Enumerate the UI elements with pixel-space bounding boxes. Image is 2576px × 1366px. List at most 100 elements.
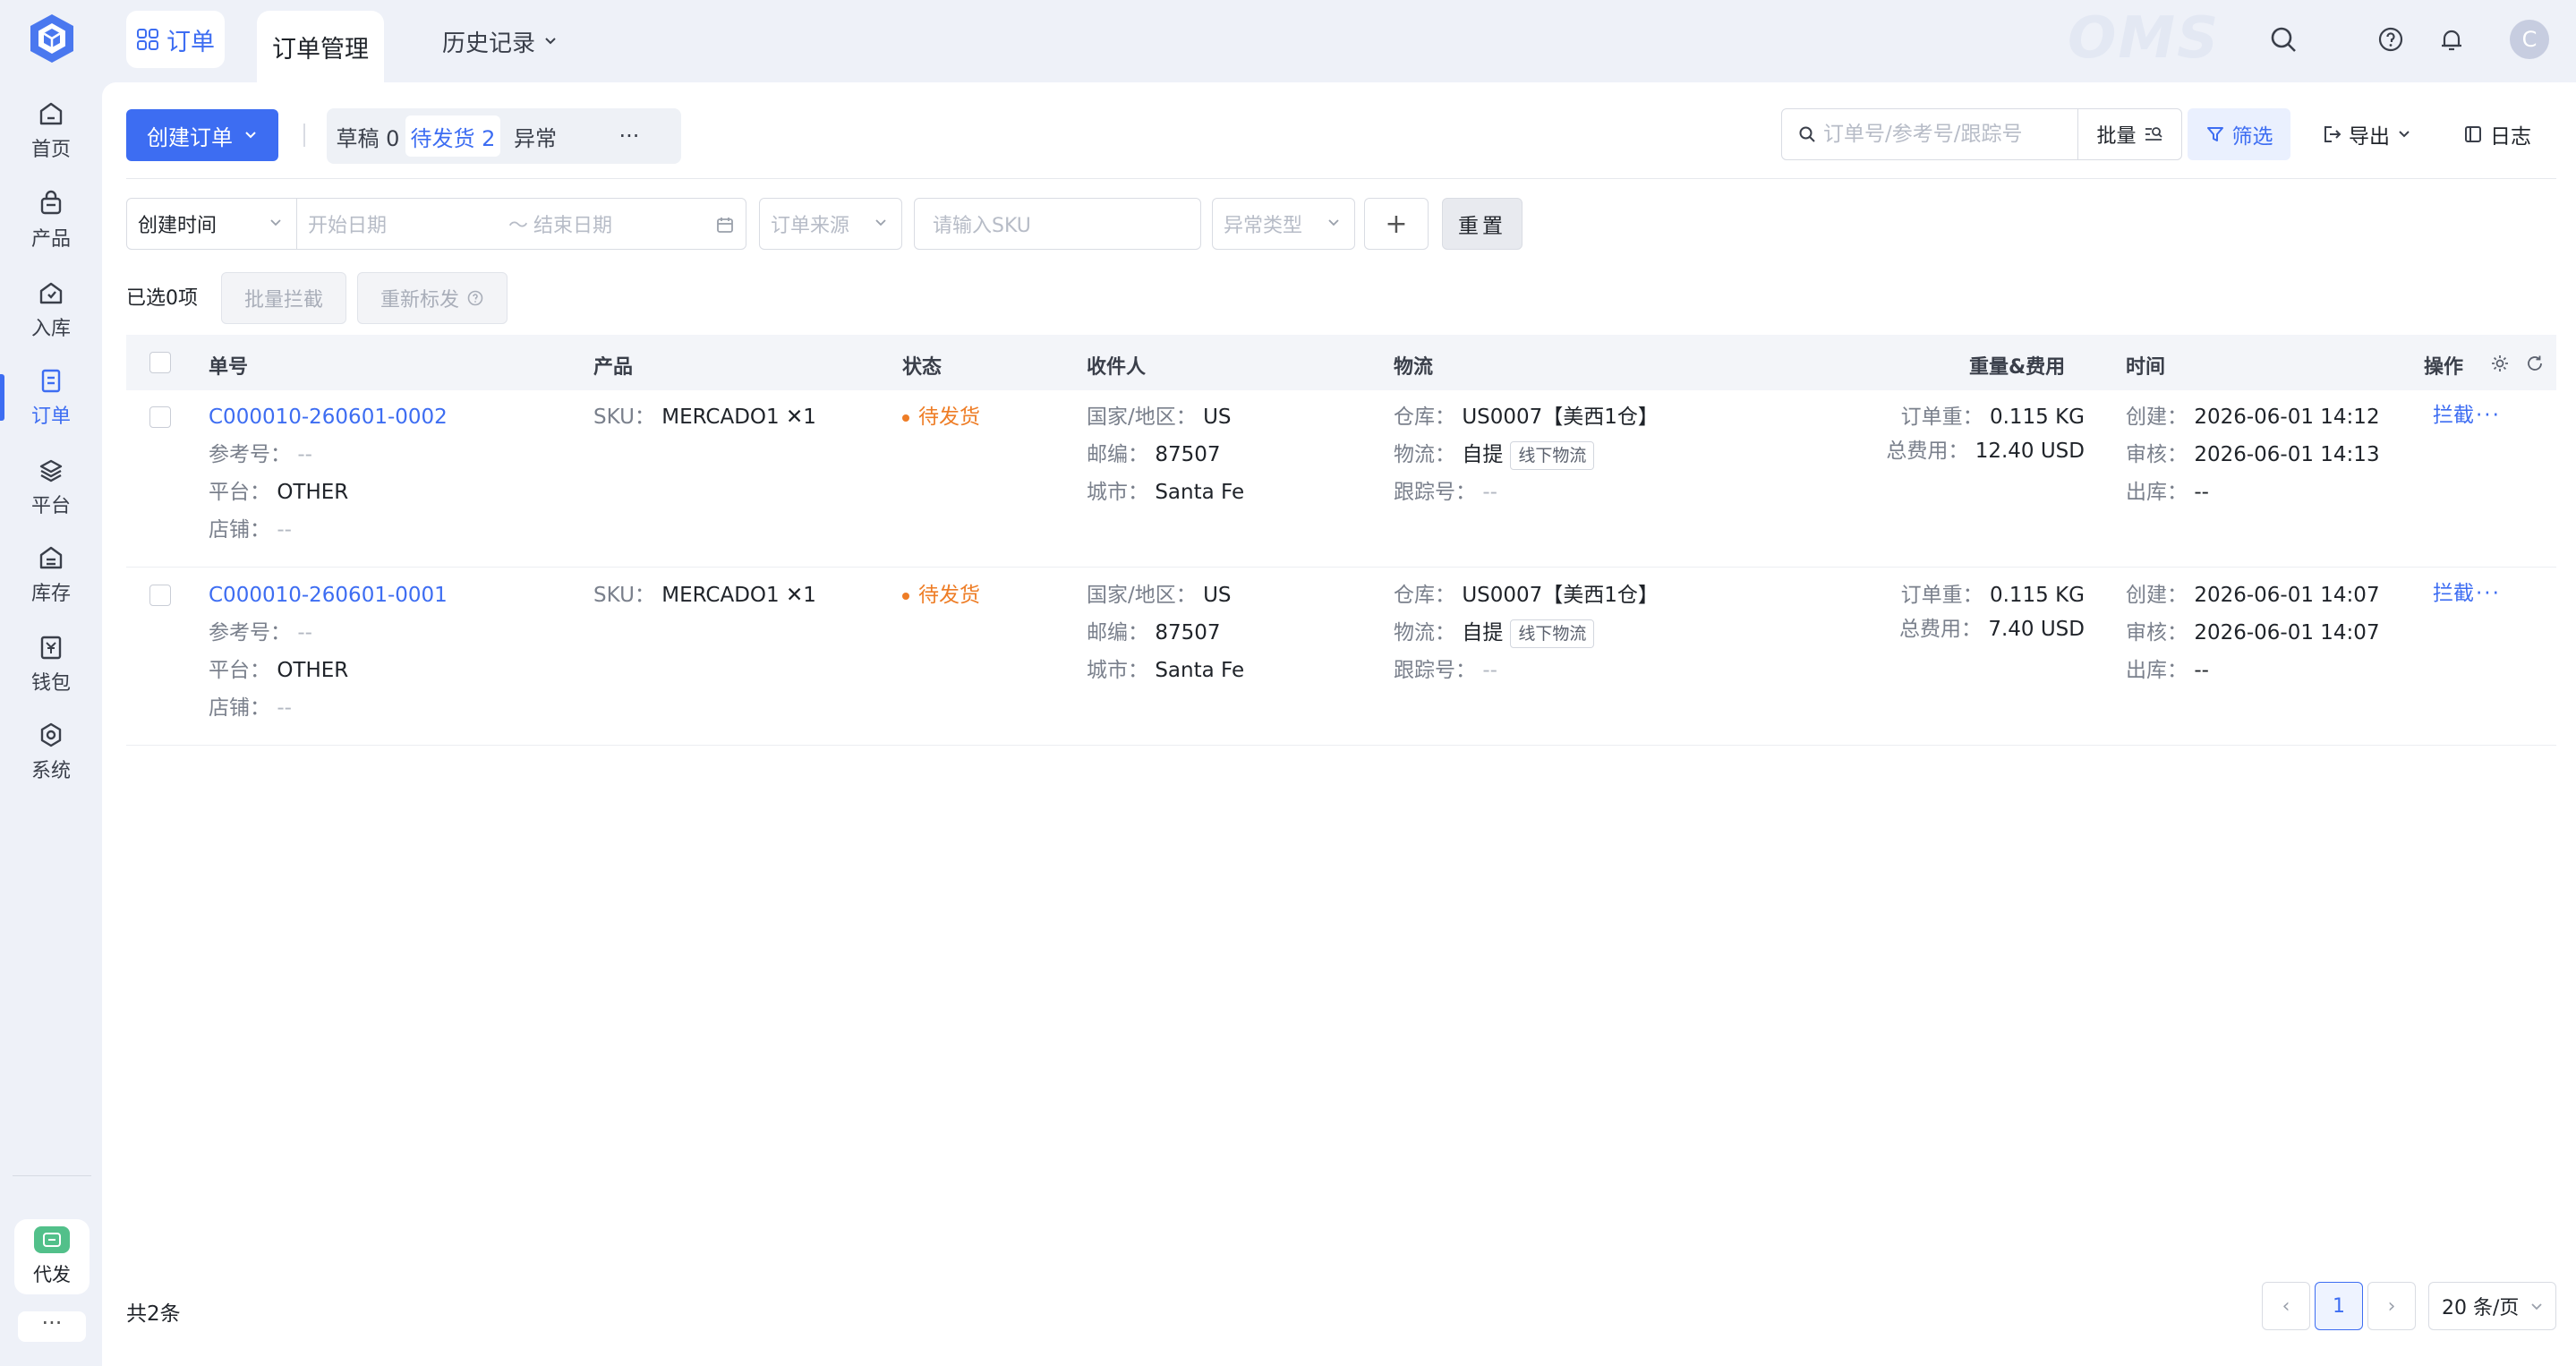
order-search-input[interactable] <box>1823 123 2065 146</box>
help-button[interactable] <box>2371 20 2410 59</box>
top-bar: 订单 订单管理 历史记录 OMS C <box>102 0 2576 82</box>
status-tabs: 草稿 0 待发货 2 异常 ··· <box>327 108 681 164</box>
zip-value: 87507 <box>1155 443 1221 466</box>
row-more-button[interactable]: ··· <box>2476 404 2501 427</box>
date-range-picker[interactable]: 开始日期 ～ 结束日期 <box>296 198 746 250</box>
refresh-icon[interactable] <box>2524 353 2546 374</box>
shipped-label: 出库： <box>2126 659 2188 682</box>
platform-label: 平台： <box>209 481 270 504</box>
carrier-tag: 线下物流 <box>1510 619 1595 648</box>
reship-button[interactable]: 重新标发 <box>357 272 508 324</box>
module-switcher[interactable]: 订单 <box>126 11 225 68</box>
order-source-select[interactable]: 订单来源 <box>759 198 902 250</box>
tab-draft[interactable]: 草稿 0 <box>336 115 400 157</box>
time-type-select[interactable]: 创建时间 <box>126 198 297 250</box>
chevron-down-icon <box>270 219 281 226</box>
order-source-placeholder: 订单来源 <box>771 215 850 237</box>
sidebar-item-product[interactable]: 产品 <box>0 184 102 256</box>
start-date-input[interactable]: 开始日期 <box>308 209 508 238</box>
carrier-value: 自提 <box>1462 621 1504 645</box>
audited-label: 审核： <box>2126 443 2188 466</box>
order-number-link[interactable]: C000010-260601-0001 <box>209 584 448 607</box>
notification-button[interactable] <box>2432 20 2471 59</box>
column-settings-icon[interactable] <box>2489 353 2511 374</box>
page-size-select[interactable]: 20 条/页 <box>2428 1282 2556 1330</box>
create-order-label: 创建订单 <box>147 124 233 150</box>
sidebar-item-label: 订单 <box>30 406 71 428</box>
sidebar-item-system[interactable]: 系统 <box>0 716 102 788</box>
log-icon <box>2465 126 2481 142</box>
sku-placeholder: 请输入SKU <box>933 215 1031 237</box>
ref-value: -- <box>297 443 312 466</box>
intercept-link[interactable]: 拦截 <box>2433 582 2474 605</box>
sku-input[interactable]: 请输入SKU <box>914 198 1201 250</box>
fee-label: 总费用： <box>1899 618 1983 641</box>
table-header: 单号 产品 状态 收件人 物流 重量&费用 时间 操作 <box>126 335 2556 390</box>
col-product: 产品 <box>593 356 634 379</box>
export-button[interactable]: 导出 <box>2322 108 2411 160</box>
tab-pending-shipment[interactable]: 待发货 2 <box>405 115 500 157</box>
bell-icon <box>2442 30 2461 51</box>
prev-page-button[interactable]: ‹ <box>2262 1282 2310 1330</box>
col-time: 时间 <box>2126 356 2166 379</box>
fee-label: 总费用： <box>1886 440 1969 463</box>
exception-type-select[interactable]: 异常类型 <box>1212 198 1355 250</box>
city-value: Santa Fe <box>1155 481 1245 504</box>
create-order-button[interactable]: 创建订单 <box>126 109 278 161</box>
tab-more[interactable]: ··· <box>595 115 663 157</box>
select-all-checkbox[interactable] <box>149 352 171 373</box>
audited-value: 2026-06-01 14:13 <box>2194 443 2380 466</box>
sidebar-item-platform[interactable]: 平台 <box>0 451 102 523</box>
tab-label: 历史记录 <box>442 30 536 57</box>
sidebar-more-button[interactable]: ··· <box>18 1311 86 1342</box>
platform-value: OTHER <box>277 659 349 682</box>
sku-value: MERCADO1 ✕1 <box>661 406 816 429</box>
page-1-button[interactable]: 1 <box>2315 1282 2363 1330</box>
search-button[interactable] <box>2264 20 2303 59</box>
row-more-button[interactable]: ··· <box>2476 582 2501 605</box>
sidebar-item-label: 入库 <box>30 318 71 340</box>
batch-intercept-button[interactable]: 批量拦截 <box>221 272 346 324</box>
tab-history[interactable]: 历史记录 <box>442 21 559 61</box>
end-date-input[interactable]: 结束日期 <box>533 209 612 238</box>
row-checkbox[interactable] <box>149 585 171 606</box>
sidebar-item-wallet[interactable]: 钱包 <box>0 628 102 700</box>
order-icon <box>41 369 61 393</box>
user-avatar[interactable]: C <box>2510 20 2549 59</box>
created-label: 创建： <box>2126 584 2188 607</box>
col-order-no: 单号 <box>209 356 249 379</box>
add-filter-button[interactable]: + <box>1364 198 1429 250</box>
tab-exception[interactable]: 异常 <box>506 115 565 157</box>
warehouse-value: US0007【美西1仓】 <box>1462 584 1659 607</box>
sidebar-item-inbound[interactable]: 入库 <box>0 274 102 346</box>
intercept-link[interactable]: 拦截 <box>2433 404 2474 427</box>
sku-label: SKU： <box>593 406 655 429</box>
next-page-button[interactable]: › <box>2367 1282 2416 1330</box>
chevron-down-icon <box>875 219 886 226</box>
tracking-label: 跟踪号： <box>1394 659 1476 682</box>
tab-label: 订单管理 <box>272 35 369 64</box>
dropship-label: 代发 <box>33 1264 71 1285</box>
sidebar-item-home[interactable]: 首页 <box>0 95 102 166</box>
grid-icon <box>137 29 158 50</box>
search-icon <box>2271 27 2296 52</box>
order-number-link[interactable]: C000010-260601-0002 <box>209 406 448 429</box>
batch-search-button[interactable]: 批量 <box>2077 108 2182 160</box>
batch-search-icon <box>2145 127 2162 141</box>
reset-button[interactable]: 重置 <box>1442 198 1523 250</box>
app-logo-icon[interactable] <box>26 13 78 64</box>
sidebar-item-inventory[interactable]: 库存 <box>0 539 102 610</box>
filter-button[interactable]: 筛选 <box>2188 108 2290 160</box>
bag-icon <box>40 190 62 215</box>
dropship-app-button[interactable]: 代发 <box>14 1219 90 1294</box>
tab-order-management[interactable]: 订单管理 <box>257 11 384 82</box>
selected-count: 已选0项 <box>126 287 198 310</box>
log-button[interactable]: 日志 <box>2463 108 2531 160</box>
ref-value: -- <box>297 621 312 645</box>
carrier-label: 物流： <box>1394 443 1455 466</box>
toolbar-divider <box>303 124 305 147</box>
sidebar-item-orders[interactable]: 订单 <box>0 362 102 433</box>
oms-watermark: OMS <box>2068 5 2221 72</box>
chevron-down-icon <box>2531 1303 2542 1311</box>
row-checkbox[interactable] <box>149 406 171 428</box>
